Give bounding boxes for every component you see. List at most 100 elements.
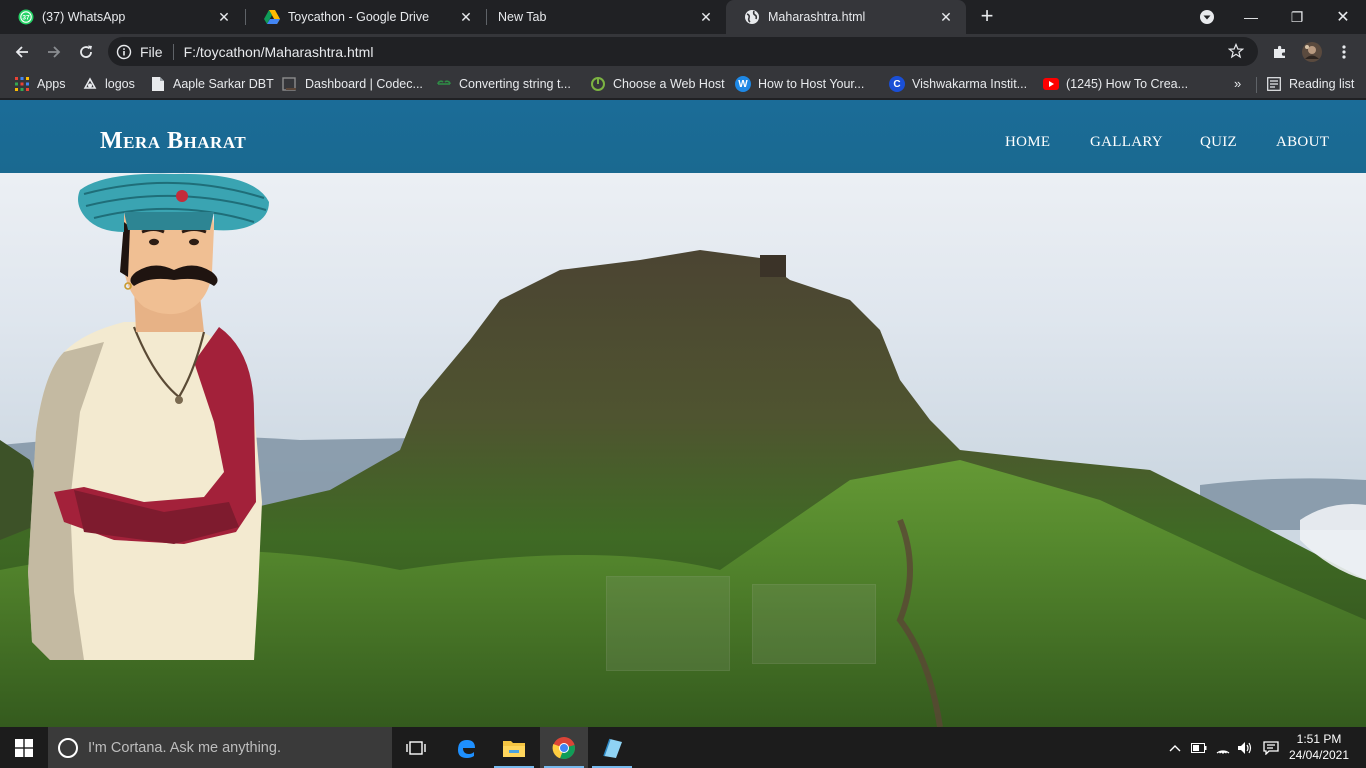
- cortana-icon: [58, 737, 78, 758]
- bookmark-label: Vishwakarma Instit...: [912, 77, 1028, 91]
- tab-title: New Tab: [498, 10, 547, 24]
- bookmark-gfg[interactable]: Converting string t...: [436, 75, 571, 93]
- bookmarks-bar: Apps logos Aaple Sarkar DBT Dashboard | …: [0, 69, 1366, 99]
- close-icon[interactable]: ✕: [938, 9, 954, 25]
- speaker-icon: [1238, 742, 1252, 754]
- back-arrow-icon: [15, 46, 28, 58]
- bookmarks-divider: [1256, 77, 1257, 93]
- windows-logo-icon: [15, 738, 33, 757]
- bookmark-label: Aaple Sarkar DBT: [173, 77, 274, 91]
- network-tray-button[interactable]: [1214, 739, 1232, 757]
- reload-button[interactable]: [72, 38, 100, 66]
- chrome-menu-button[interactable]: [1330, 38, 1358, 66]
- nav-link-quiz[interactable]: QUIZ: [1200, 134, 1237, 151]
- tab-title: Toycathon - Google Drive: [288, 10, 430, 24]
- tab-maharashtra[interactable]: Maharashtra.html ✕: [726, 0, 966, 34]
- action-center-button[interactable]: [1262, 739, 1280, 757]
- web-page: Mera Bharat HOME GALLARY QUIZ ABOUT: [0, 100, 1366, 727]
- file-explorer-icon: [503, 740, 525, 757]
- volume-tray-button[interactable]: [1236, 739, 1254, 757]
- back-button[interactable]: [8, 38, 36, 66]
- bookmark-webhost[interactable]: Choose a Web Host: [590, 75, 725, 93]
- apps-grid-icon: [14, 76, 30, 92]
- system-clock[interactable]: 1:51 PM 24/04/2021: [1288, 731, 1350, 763]
- close-icon[interactable]: ✕: [698, 9, 714, 25]
- bookmark-star-icon[interactable]: [1228, 43, 1244, 59]
- profile-avatar[interactable]: [1298, 38, 1326, 66]
- url-text[interactable]: F:/toycathon/Maharashtra.html: [184, 44, 374, 60]
- bookmark-label: Choose a Web Host: [613, 77, 725, 91]
- tab-title: Maharashtra.html: [768, 10, 866, 24]
- chevron-down-icon: [1200, 10, 1214, 24]
- bookmark-label: (1245) How To Crea...: [1066, 77, 1189, 91]
- bookmark-youtube[interactable]: (1245) How To Crea...: [1043, 75, 1188, 93]
- tab-whatsapp[interactable]: 37 (37) WhatsApp ✕: [0, 0, 244, 34]
- google-drive-icon: [264, 9, 280, 25]
- bookmark-vishwakarma[interactable]: C Vishwakarma Instit...: [889, 75, 1027, 93]
- extensions-button[interactable]: [1266, 38, 1294, 66]
- close-icon[interactable]: ✕: [458, 9, 474, 25]
- webhost-icon: [590, 76, 606, 92]
- clock-time: 1:51 PM: [1296, 732, 1342, 746]
- taskbar-notepad[interactable]: [588, 727, 636, 768]
- puzzle-icon: [1274, 45, 1285, 58]
- close-icon[interactable]: ✕: [216, 9, 232, 25]
- w-icon: W: [735, 76, 751, 92]
- tab-strip: 37 (37) WhatsApp ✕ Toycathon - Google Dr…: [0, 0, 1366, 34]
- minimize-button[interactable]: —: [1228, 0, 1274, 34]
- site-brand-logo[interactable]: Mera Bharat: [100, 128, 246, 155]
- scheme-label: File: [140, 43, 163, 60]
- tab-title: (37) WhatsApp: [42, 10, 126, 24]
- taskbar-file-explorer[interactable]: [490, 727, 538, 768]
- c-icon: C: [889, 76, 905, 92]
- tab-google-drive[interactable]: Toycathon - Google Drive ✕: [246, 0, 486, 34]
- bookmark-apps[interactable]: Apps: [14, 75, 66, 93]
- more-vert-icon: [1342, 45, 1346, 59]
- gfg-icon: [436, 76, 452, 92]
- globe-icon: [744, 9, 760, 25]
- nav-link-about[interactable]: ABOUT: [1276, 134, 1329, 151]
- show-hidden-icons-button[interactable]: [1166, 739, 1184, 757]
- start-button[interactable]: [0, 727, 48, 768]
- notification-icon: [1263, 741, 1279, 755]
- battery-tray-button[interactable]: [1190, 739, 1208, 757]
- bookmark-aaple-sarkar[interactable]: Aaple Sarkar DBT: [150, 75, 274, 93]
- browser-toolbar: File F:/toycathon/Maharashtra.html: [0, 34, 1366, 69]
- bookmark-host-your[interactable]: W How to Host Your...: [735, 75, 864, 93]
- clock-date: 24/04/2021: [1288, 748, 1350, 762]
- reload-icon: [80, 45, 92, 58]
- youtube-icon: [1043, 76, 1059, 92]
- taskbar-chrome[interactable]: [540, 727, 588, 768]
- forward-arrow-icon: [48, 46, 61, 58]
- bookmark-label: logos: [105, 77, 135, 91]
- glass-card: [606, 576, 730, 671]
- cortana-search-box[interactable]: I'm Cortana. Ask me anything.: [48, 727, 392, 768]
- forward-button[interactable]: [40, 38, 68, 66]
- battery-icon: [1191, 743, 1207, 753]
- bookmark-label: Converting string t...: [459, 77, 571, 91]
- windows-taskbar: I'm Cortana. Ask me anything. 1:51 PM 24…: [0, 727, 1366, 768]
- bookmark-logos[interactable]: logos: [82, 75, 135, 93]
- nav-link-gallary[interactable]: GALLARY: [1090, 134, 1163, 151]
- chrome-icon: [552, 736, 575, 759]
- reading-list-icon: [1266, 76, 1282, 92]
- bookmarks-overflow-button[interactable]: »: [1234, 76, 1241, 91]
- info-icon: [116, 44, 132, 59]
- tab-new-tab[interactable]: New Tab ✕: [486, 0, 726, 34]
- character-illustration: [28, 172, 269, 660]
- reading-list-button[interactable]: Reading list: [1266, 75, 1354, 93]
- taskbar-edge[interactable]: [442, 727, 490, 768]
- window-close-button[interactable]: ✕: [1320, 0, 1366, 34]
- cortana-placeholder: I'm Cortana. Ask me anything.: [88, 739, 281, 756]
- page-icon: [150, 76, 166, 92]
- maximize-button[interactable]: ❐: [1274, 0, 1320, 34]
- task-view-button[interactable]: [392, 727, 440, 768]
- address-bar[interactable]: File F:/toycathon/Maharashtra.html: [108, 37, 1258, 66]
- notepad-icon: [603, 738, 622, 758]
- logos-icon: [82, 76, 98, 92]
- nav-link-home[interactable]: HOME: [1005, 134, 1050, 151]
- bookmark-codechef[interactable]: Dashboard | Codec...: [282, 75, 423, 93]
- tab-search-button[interactable]: [1184, 0, 1230, 34]
- new-tab-button[interactable]: +: [976, 5, 998, 28]
- whatsapp-icon: 37: [18, 9, 34, 25]
